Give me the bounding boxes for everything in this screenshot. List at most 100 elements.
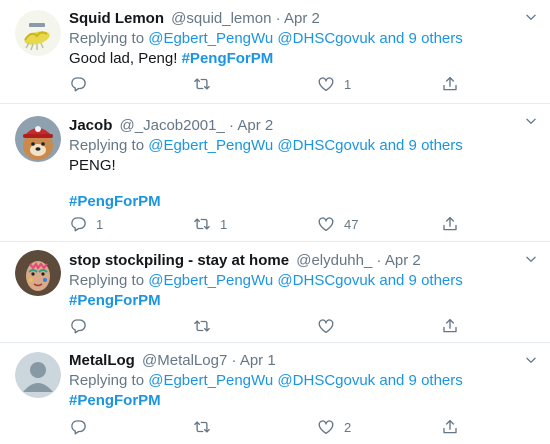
share-icon <box>441 317 459 335</box>
heart-icon <box>317 418 335 436</box>
heart-icon <box>317 75 335 93</box>
default-avatar-icon <box>15 352 61 398</box>
tweet-text: Good lad, Peng! #PengForPM <box>69 49 535 69</box>
tweet-date[interactable]: Apr 1 <box>240 352 276 369</box>
reply-button[interactable] <box>69 74 96 94</box>
squid-lemon-avatar-icon <box>15 10 61 56</box>
tweet-actions: 2 <box>69 417 469 437</box>
tweet-actions: 1 1 47 <box>69 214 469 234</box>
mention-link[interactable]: @DHSCgovuk <box>277 372 375 389</box>
mention-link[interactable]: @Egbert_PengWu <box>148 137 273 154</box>
like-button[interactable]: 47 <box>317 214 358 234</box>
avatar[interactable] <box>15 10 61 56</box>
hashtag-link[interactable]: #PengForPM <box>69 392 161 409</box>
reply-icon <box>69 75 87 93</box>
chevron-down-icon[interactable] <box>524 252 538 266</box>
replying-to-line: Replying to @Egbert_PengWu @DHSCgovuk an… <box>69 271 535 291</box>
reply-count: 1 <box>96 216 104 232</box>
share-button[interactable] <box>441 417 459 437</box>
retweet-icon <box>193 418 211 436</box>
like-button[interactable]: 2 <box>317 417 351 437</box>
display-name[interactable]: Squid Lemon <box>69 10 164 27</box>
tweet-text: PENG! <box>69 157 116 174</box>
others-link[interactable]: and 9 others <box>379 372 462 389</box>
tweet-date[interactable]: Apr 2 <box>385 252 421 269</box>
avatar[interactable] <box>15 352 61 398</box>
display-name[interactable]: stop stockpiling - stay at home <box>69 252 289 269</box>
separator: · <box>229 117 235 134</box>
share-button[interactable] <box>441 74 459 94</box>
tweet[interactable]: Squid Lemon @squid_lemon · Apr 2 Replyin… <box>0 0 550 104</box>
reply-button[interactable] <box>69 316 96 336</box>
separator: · <box>275 10 281 27</box>
like-count: 2 <box>344 419 352 435</box>
avatar[interactable] <box>15 116 61 162</box>
retweet-button[interactable]: 1 <box>193 214 227 234</box>
share-icon <box>441 215 459 233</box>
replying-to-line: Replying to @Egbert_PengWu @DHSCgovuk an… <box>69 136 535 156</box>
tweet-date[interactable]: Apr 2 <box>284 10 320 27</box>
hashtag-link[interactable]: #PengForPM <box>69 292 161 309</box>
tweet-actions: 1 <box>69 74 469 94</box>
retweet-count: 1 <box>220 216 228 232</box>
reply-icon <box>69 418 87 436</box>
chevron-down-icon[interactable] <box>524 353 538 367</box>
like-count: 1 <box>344 76 352 92</box>
reply-button[interactable]: 1 <box>69 214 103 234</box>
user-handle[interactable]: @MetalLog7 <box>142 352 227 369</box>
like-button[interactable]: 1 <box>317 74 351 94</box>
mention-link[interactable]: @DHSCgovuk <box>277 30 375 47</box>
retweet-icon <box>193 317 211 335</box>
tweet[interactable]: stop stockpiling - stay at home @elyduhh… <box>0 242 550 343</box>
tweet-date[interactable]: Apr 2 <box>237 117 273 134</box>
replying-to-label: Replying to <box>69 372 145 389</box>
tweet[interactable]: Jacob @_Jacob2001_ · Apr 2 Replying to @… <box>0 104 550 242</box>
share-icon <box>441 75 459 93</box>
face-paint-avatar-icon <box>15 250 61 296</box>
mention-link[interactable]: @DHSCgovuk <box>277 137 375 154</box>
tweet[interactable]: MetalLog @MetalLog7 · Apr 1 Replying to … <box>0 343 550 444</box>
separator: · <box>231 352 237 369</box>
others-link[interactable]: and 9 others <box>379 137 462 154</box>
share-icon <box>441 418 459 436</box>
mention-link[interactable]: @Egbert_PengWu <box>148 372 273 389</box>
heart-icon <box>317 317 335 335</box>
like-button[interactable] <box>317 316 344 336</box>
chevron-down-icon[interactable] <box>524 114 538 128</box>
dog-avatar-icon <box>15 116 61 162</box>
user-handle[interactable]: @squid_lemon <box>171 10 271 27</box>
reply-icon <box>69 215 87 233</box>
replying-to-label: Replying to <box>69 272 145 289</box>
share-button[interactable] <box>441 214 459 234</box>
retweet-icon <box>193 75 211 93</box>
hashtag-link[interactable]: #PengForPM <box>69 193 161 210</box>
share-button[interactable] <box>441 316 459 336</box>
display-name[interactable]: Jacob <box>69 117 112 134</box>
replying-to-line: Replying to @Egbert_PengWu @DHSCgovuk an… <box>69 29 535 49</box>
reply-button[interactable] <box>69 417 96 437</box>
user-handle[interactable]: @elyduhh_ <box>296 252 372 269</box>
heart-icon <box>317 215 335 233</box>
replying-to-line: Replying to @Egbert_PengWu @DHSCgovuk an… <box>69 371 535 391</box>
separator: · <box>376 252 382 269</box>
user-handle[interactable]: @_Jacob2001_ <box>120 117 225 134</box>
replying-to-label: Replying to <box>69 137 145 154</box>
retweet-button[interactable] <box>193 316 220 336</box>
tweet-text-content: Good lad, Peng! <box>69 50 178 67</box>
others-link[interactable]: and 9 others <box>379 272 462 289</box>
chevron-down-icon[interactable] <box>524 10 538 24</box>
mention-link[interactable]: @Egbert_PengWu <box>148 30 273 47</box>
replying-to-label: Replying to <box>69 30 145 47</box>
reply-icon <box>69 317 87 335</box>
retweet-button[interactable] <box>193 417 220 437</box>
others-link[interactable]: and 9 others <box>379 30 462 47</box>
mention-link[interactable]: @DHSCgovuk <box>277 272 375 289</box>
display-name[interactable]: MetalLog <box>69 352 135 369</box>
retweet-icon <box>193 215 211 233</box>
like-count: 47 <box>344 216 359 232</box>
avatar[interactable] <box>15 250 61 296</box>
mention-link[interactable]: @Egbert_PengWu <box>148 272 273 289</box>
retweet-button[interactable] <box>193 74 220 94</box>
tweet-actions <box>69 316 469 336</box>
hashtag-link[interactable]: #PengForPM <box>182 50 274 67</box>
